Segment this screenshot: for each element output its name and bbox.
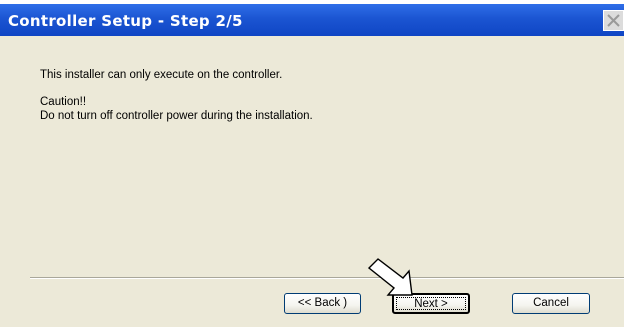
caution-message: Do not turn off controller power during … (40, 110, 313, 122)
button-divider (30, 277, 624, 279)
info-message: This installer can only execute on the c… (40, 69, 283, 81)
dialog-body: This installer can only execute on the c… (0, 36, 624, 327)
next-button-label: Next > (414, 298, 448, 310)
cancel-button[interactable]: Cancel (512, 293, 590, 314)
setup-dialog: Controller Setup - Step 2/5 This install… (0, 4, 624, 327)
close-button[interactable] (603, 10, 624, 31)
window-title: Controller Setup - Step 2/5 (8, 12, 243, 30)
back-button[interactable]: << Back ) (284, 293, 361, 314)
pointer-arrow-icon (368, 258, 413, 296)
title-bar[interactable]: Controller Setup - Step 2/5 (0, 4, 624, 36)
caution-heading: Caution!! (40, 96, 87, 108)
close-x-icon (607, 14, 620, 27)
